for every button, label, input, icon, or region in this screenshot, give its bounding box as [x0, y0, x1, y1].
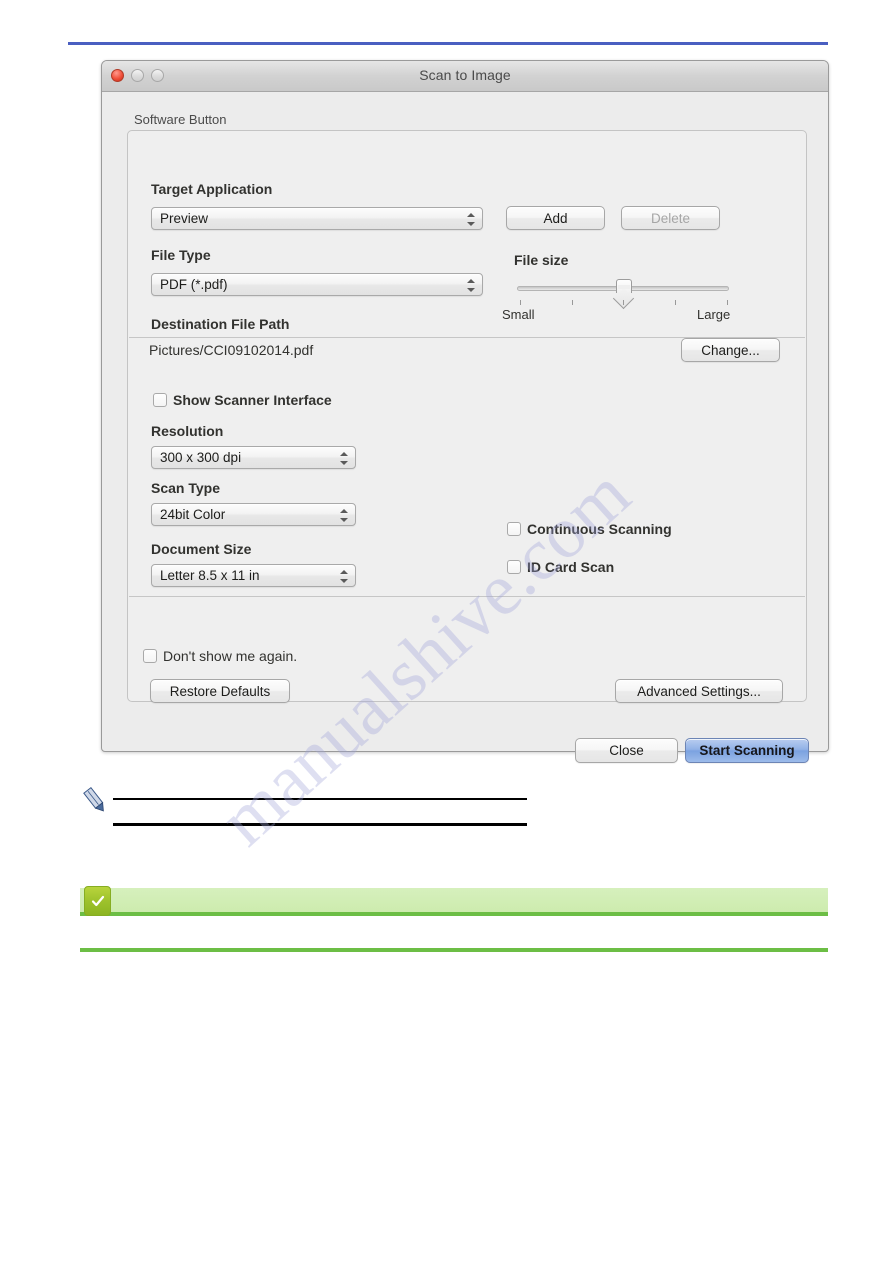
restore-defaults-button[interactable]: Restore Defaults — [150, 679, 290, 703]
close-dialog-button[interactable]: Close — [575, 738, 678, 763]
scan-type-value: 24bit Color — [160, 507, 226, 522]
change-button[interactable]: Change... — [681, 338, 780, 362]
slider-tick — [520, 300, 521, 305]
slider-min-label: Small — [502, 307, 535, 322]
document-size-label: Document Size — [151, 541, 252, 557]
scan-type-select[interactable]: 24bit Color — [151, 503, 356, 526]
target-application-label: Target Application — [151, 181, 273, 197]
target-application-select[interactable]: Preview — [151, 207, 483, 230]
add-button[interactable]: Add — [506, 206, 605, 230]
scan-type-label: Scan Type — [151, 480, 220, 496]
slider-tick — [727, 300, 728, 305]
dont-show-again-checkbox[interactable]: Don't show me again. — [143, 648, 297, 664]
pencil-icon — [82, 786, 108, 816]
show-scanner-interface-checkbox[interactable]: Show Scanner Interface — [153, 392, 332, 408]
destination-file-path-value: Pictures/CCI09102014.pdf — [149, 342, 314, 358]
document-size-value: Letter 8.5 x 11 in — [160, 568, 260, 583]
slider-thumb-mask — [618, 285, 630, 289]
continuous-scanning-label: Continuous Scanning — [527, 521, 672, 537]
window-title: Scan to Image — [419, 67, 511, 83]
checkbox-box[interactable] — [153, 393, 167, 407]
chevron-updown-icon — [340, 569, 349, 584]
group-separator-2 — [129, 596, 805, 597]
page-top-rule — [68, 42, 828, 45]
dont-show-again-label: Don't show me again. — [163, 648, 298, 664]
window-titlebar: Scan to Image — [102, 61, 828, 92]
slider-tick — [623, 300, 624, 305]
resolution-value: 300 x 300 dpi — [160, 450, 242, 465]
chevron-updown-icon — [340, 451, 349, 466]
resolution-label: Resolution — [151, 423, 224, 439]
note-rule-top — [113, 798, 527, 800]
chevron-updown-icon — [467, 212, 476, 227]
continuous-scanning-checkbox[interactable]: Continuous Scanning — [507, 521, 672, 537]
start-scanning-button[interactable]: Start Scanning — [685, 738, 809, 763]
file-type-select[interactable]: PDF (*.pdf) — [151, 273, 483, 296]
chevron-updown-icon — [467, 278, 476, 293]
note-rule-bottom — [113, 823, 527, 826]
slider-tick — [572, 300, 573, 305]
document-size-select[interactable]: Letter 8.5 x 11 in — [151, 564, 356, 587]
dialog-body: Software Button Target Application Previ… — [102, 92, 828, 763]
delete-button: Delete — [621, 206, 720, 230]
checkmark-icon — [91, 895, 104, 907]
checkbox-box[interactable] — [507, 560, 521, 574]
chevron-updown-icon — [340, 508, 349, 523]
scan-to-image-dialog: Scan to Image Software Button Target App… — [101, 60, 829, 763]
page-bottom-rule — [80, 948, 828, 952]
resolution-select[interactable]: 300 x 300 dpi — [151, 446, 356, 469]
check-badge-icon — [84, 886, 111, 916]
file-type-label: File Type — [151, 247, 211, 263]
show-scanner-interface-label: Show Scanner Interface — [173, 392, 332, 408]
slider-max-label: Large — [697, 307, 731, 322]
checkbox-box[interactable] — [507, 522, 521, 536]
advanced-settings-button[interactable]: Advanced Settings... — [615, 679, 783, 703]
file-size-label: File size — [514, 252, 569, 268]
destination-file-path-label: Destination File Path — [151, 316, 290, 332]
checkbox-box[interactable] — [143, 649, 157, 663]
tip-banner — [80, 888, 828, 916]
slider-tick — [675, 300, 676, 305]
file-type-value: PDF (*.pdf) — [160, 277, 228, 292]
target-application-value: Preview — [160, 211, 209, 226]
id-card-scan-checkbox[interactable]: ID Card Scan — [507, 559, 614, 575]
software-button-group-label: Software Button — [134, 112, 227, 127]
id-card-scan-label: ID Card Scan — [527, 559, 615, 575]
